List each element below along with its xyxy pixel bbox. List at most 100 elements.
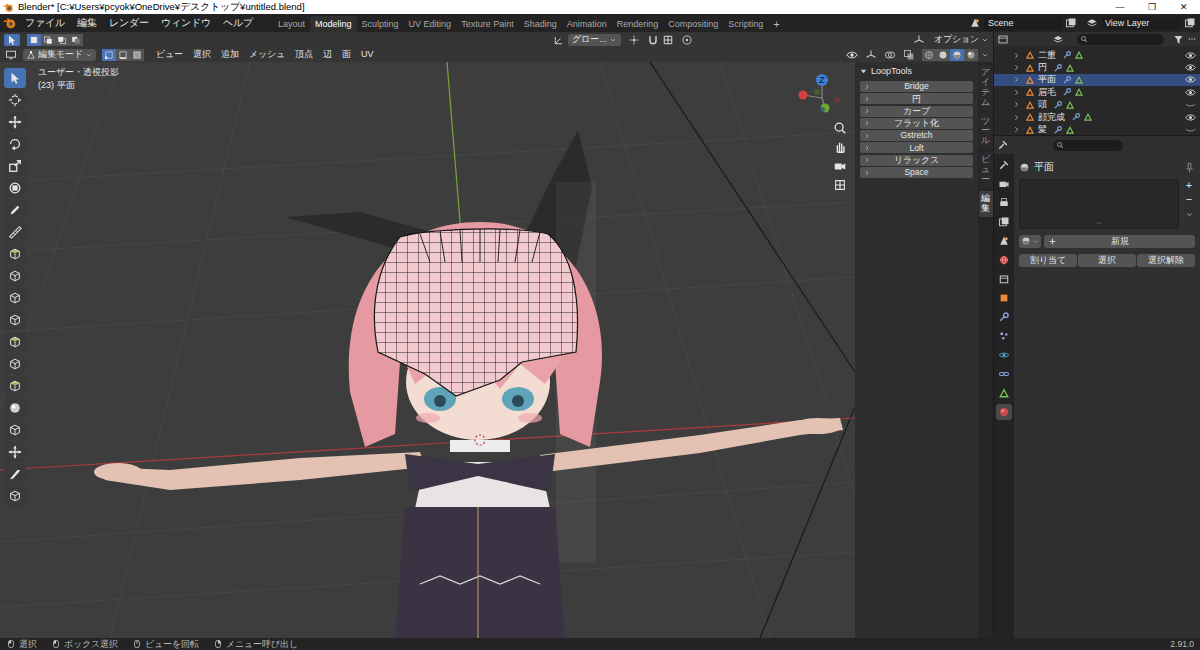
tool-button-icon[interactable] [4,112,26,132]
ortho-grid-icon[interactable] [832,177,848,193]
sidebar-tab[interactable]: 編集 [979,191,993,217]
pan-hand-icon[interactable] [832,139,848,155]
expand-icon[interactable] [1012,63,1021,72]
select-box-mode-icon[interactable] [41,34,55,46]
tool-button-icon[interactable] [4,266,26,286]
properties-tab-icon[interactable] [996,157,1012,173]
tool-button-icon[interactable] [4,398,26,418]
xray-icon[interactable] [903,49,915,61]
looptools-button[interactable]: カーブ [860,106,973,117]
display-mode-icon[interactable] [1052,34,1064,45]
select-box-mode-icon[interactable] [69,34,83,46]
eye-closed-icon[interactable] [1185,124,1196,135]
properties-tab-icon[interactable] [996,309,1012,325]
menu-item[interactable]: レンダー [103,18,155,28]
looptools-header[interactable]: LoopTools [855,65,978,78]
viewport-menu-item[interactable]: 辺 [318,50,337,59]
tool-button-icon[interactable] [4,244,26,264]
workspace-tab[interactable]: Layout [273,16,310,32]
properties-search[interactable] [1053,140,1123,151]
tool-button-icon[interactable] [4,178,26,198]
select-tool-icon[interactable] [4,34,20,46]
looptools-button[interactable]: フラット化 [860,118,973,129]
slot-action-button[interactable]: 選択解除 [1137,254,1195,267]
3d-viewport[interactable]: グロー... オプション 編集モードビュー選択追加メッシュ頂点辺面UV [0,32,993,638]
properties-tab-icon[interactable] [996,252,1012,268]
eye-open-icon[interactable] [1185,62,1196,73]
visibility-icon[interactable] [846,49,858,61]
workspace-tab[interactable]: Rendering [612,16,664,32]
expand-icon[interactable] [1012,100,1021,109]
mirror-icon[interactable] [913,34,925,46]
tool-button-icon[interactable] [4,464,26,484]
expand-icon[interactable] [1012,125,1021,134]
looptools-button[interactable]: Loft [860,142,973,153]
workspace-tab[interactable]: Sculpting [357,16,404,32]
workspace-tab[interactable]: Shading [519,16,562,32]
slot-menu-icon[interactable] [1185,210,1194,219]
select-mode-icon[interactable] [116,49,130,61]
outliner-row[interactable]: 頭 [994,99,1200,111]
tool-button-icon[interactable] [4,134,26,154]
tool-button-icon[interactable] [4,200,26,220]
outliner-row[interactable]: 顔完成 [994,111,1200,123]
properties-tab-icon[interactable] [996,404,1012,420]
looptools-button[interactable]: リラックス [860,155,973,166]
outliner-search[interactable] [1077,34,1164,45]
properties-editor-icon[interactable] [997,139,1009,151]
slot-action-button[interactable]: 選択 [1078,254,1136,267]
remove-slot-button[interactable]: − [1186,193,1192,205]
close-button[interactable]: ✕ [1168,0,1200,14]
pin-icon[interactable] [1184,162,1195,173]
tool-button-icon[interactable] [4,288,26,308]
select-box-mode-icon[interactable] [27,34,41,46]
tool-button-icon[interactable] [4,420,26,440]
slot-action-button[interactable]: 割り当て [1019,254,1077,267]
mode-dropdown[interactable]: 編集モード [23,49,96,61]
outliner-row[interactable]: 髪 [994,123,1200,135]
shading-mode-icon[interactable] [936,49,950,61]
orientation-icon[interactable] [553,34,565,46]
add-workspace-button[interactable]: + [768,16,784,32]
layers-icon[interactable] [1086,17,1098,29]
copy-layer-icon[interactable] [1184,17,1196,29]
tool-button-icon[interactable] [4,222,26,242]
minimize-button[interactable]: — [1104,0,1136,14]
looptools-button[interactable]: 円 [860,93,973,104]
navigation-gizmo[interactable]: Z [795,70,845,120]
resize-grip-icon[interactable] [1093,220,1105,226]
eye-open-icon[interactable] [1185,74,1196,85]
view-layer-field[interactable]: View Layer [1101,17,1181,30]
eye-open-icon[interactable] [1185,50,1196,61]
shading-mode-icon[interactable] [922,49,936,61]
eye-closed-icon[interactable] [1185,99,1196,110]
add-slot-button[interactable]: + [1186,179,1192,191]
sidebar-tab[interactable]: アイテム [979,65,993,111]
properties-tab-icon[interactable] [996,195,1012,211]
menu-item[interactable]: ファイル [19,18,71,28]
viewport-menu-item[interactable]: 頂点 [290,50,318,59]
properties-tab-icon[interactable] [996,328,1012,344]
expand-icon[interactable] [1012,88,1021,97]
viewport-menu-item[interactable]: ビュー [151,50,188,59]
scene-field[interactable]: Scene [984,17,1062,30]
properties-tab-icon[interactable] [996,366,1012,382]
select-box-mode-icon[interactable] [55,34,69,46]
looptools-button[interactable]: Space [860,167,973,178]
menu-item[interactable]: 編集 [71,18,103,28]
tool-button-icon[interactable] [4,332,26,352]
tool-button-icon[interactable] [4,90,26,110]
new-material-button[interactable]: 新規 [1044,235,1195,248]
outliner-row[interactable]: 二重 [994,49,1200,61]
menu-item[interactable]: ヘルプ [217,18,259,28]
properties-tab-icon[interactable] [996,290,1012,306]
new-collection-icon[interactable] [1187,34,1197,44]
properties-tab-icon[interactable] [996,347,1012,363]
menu-item[interactable]: ウィンドウ [155,18,217,28]
gizmo-toggle-icon[interactable] [865,49,877,61]
snap-icon[interactable] [647,34,659,46]
properties-tab-icon[interactable] [996,214,1012,230]
material-browse[interactable] [1019,235,1041,248]
outliner-row[interactable]: 円 [994,61,1200,73]
camera-view-icon[interactable] [832,158,848,174]
